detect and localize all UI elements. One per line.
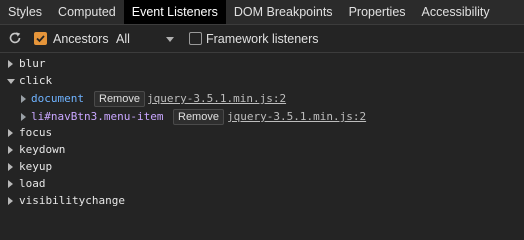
event-keydown[interactable]: keydown <box>0 142 524 159</box>
panel-tabbar: Styles Computed Event Listeners DOM Brea… <box>0 0 524 25</box>
event-name: blur <box>19 57 46 70</box>
event-name: keyup <box>19 160 53 173</box>
expand-arrow-icon[interactable] <box>8 146 13 154</box>
expand-arrow-icon[interactable] <box>8 197 13 205</box>
listener-node[interactable]: li#navBtn3.menu-item <box>31 110 163 123</box>
event-listeners-toolbar: Ancestors All Framework listeners <box>0 25 524 53</box>
tab-dom-breakpoints[interactable]: DOM Breakpoints <box>226 0 341 24</box>
event-visibilitychange[interactable]: visibilitychange <box>0 193 524 210</box>
source-link[interactable]: jquery-3.5.1.min.js:2 <box>147 92 286 105</box>
remove-button[interactable]: Remove <box>173 109 224 125</box>
event-name: visibilitychange <box>19 194 125 207</box>
ancestors-checkbox[interactable] <box>34 32 47 45</box>
event-click[interactable]: click <box>0 73 524 90</box>
refresh-icon[interactable] <box>8 31 22 45</box>
source-link[interactable]: jquery-3.5.1.min.js:2 <box>227 110 366 123</box>
tab-styles[interactable]: Styles <box>0 0 50 24</box>
expand-arrow-icon[interactable] <box>8 129 13 137</box>
expand-arrow-icon[interactable] <box>21 113 26 121</box>
expand-arrow-icon[interactable] <box>8 180 13 188</box>
ancestors-label: Ancestors <box>53 32 109 46</box>
listener-filter-select[interactable]: All <box>116 32 130 46</box>
expand-arrow-icon[interactable] <box>8 60 13 68</box>
framework-listeners-checkbox[interactable] <box>189 32 202 45</box>
event-name: focus <box>19 126 53 139</box>
collapse-arrow-icon[interactable] <box>7 79 15 84</box>
event-name: click <box>19 74 53 87</box>
event-focus[interactable]: focus <box>0 125 524 142</box>
tab-event-listeners[interactable]: Event Listeners <box>123 0 226 24</box>
tab-accessibility[interactable]: Accessibility <box>414 0 498 24</box>
event-name: keydown <box>19 143 66 156</box>
tab-properties[interactable]: Properties <box>341 0 414 24</box>
event-name: load <box>19 177 46 190</box>
event-blur[interactable]: blur <box>0 56 524 73</box>
remove-button[interactable]: Remove <box>94 91 145 107</box>
tab-computed[interactable]: Computed <box>50 0 124 24</box>
click-listener-document[interactable]: document Remove jquery-3.5.1.min.js:2 <box>0 90 524 108</box>
listener-node[interactable]: document <box>31 92 84 105</box>
event-keyup[interactable]: keyup <box>0 159 524 176</box>
expand-arrow-icon[interactable] <box>21 95 26 103</box>
event-load[interactable]: load <box>0 176 524 193</box>
expand-arrow-icon[interactable] <box>8 163 13 171</box>
framework-listeners-label: Framework listeners <box>206 32 319 46</box>
chevron-down-icon[interactable] <box>166 37 174 42</box>
click-listener-menu-item[interactable]: li#navBtn3.menu-item Remove jquery-3.5.1… <box>0 108 524 126</box>
